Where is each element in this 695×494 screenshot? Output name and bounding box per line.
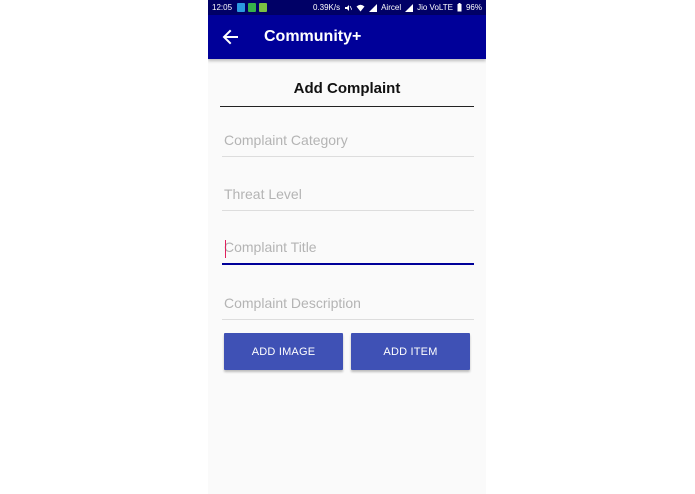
signal-icon-1 [369,3,378,12]
text-cursor [225,240,226,258]
back-button[interactable] [208,15,252,59]
add-item-button[interactable]: ADD ITEM [351,333,470,370]
back-arrow-icon [222,29,238,45]
status-left: 12:05 [212,3,268,12]
carrier-1: Aircel [381,3,402,12]
complaint-category-field[interactable] [222,127,474,157]
threat-level-field[interactable] [222,181,474,211]
battery-icon [457,3,462,12]
wifi-icon [356,4,365,12]
status-time: 12:05 [212,3,233,12]
title-divider [220,106,474,107]
app-toolbar: Community+ [208,15,486,59]
app-title: Community+ [264,28,362,45]
notification-icon-3 [259,3,268,12]
mute-icon [344,4,353,12]
net-speed: 0.39K/s [312,3,341,12]
status-right: 0.39K/s Aircel Jio VoLTE 96% [313,3,482,12]
battery-level: 96% [465,3,482,12]
phone-screen: 12:05 0.39K/s Aircel Jio VoLTE 96% Commu… [208,0,486,494]
notification-icon-2 [248,3,257,12]
status-bar: 12:05 0.39K/s Aircel Jio VoLTE 96% [208,0,486,15]
signal-icon-2 [405,3,414,12]
carrier-2: Jio VoLTE [417,3,453,12]
add-image-button[interactable]: ADD IMAGE [224,333,343,370]
form-title: Add Complaint [293,80,401,97]
notification-icon-1 [237,3,246,12]
complaint-description-field[interactable] [222,290,474,320]
complaint-title-field[interactable] [222,235,474,265]
